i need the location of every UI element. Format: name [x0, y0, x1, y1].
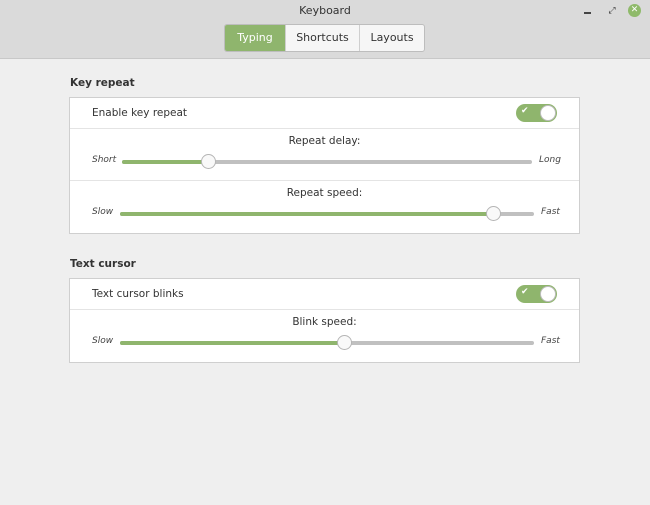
slider-fill	[122, 160, 209, 164]
switch-knob	[540, 105, 556, 121]
slider-thumb[interactable]	[201, 154, 217, 169]
tab-typing[interactable]: Typing	[225, 25, 286, 51]
minimize-button[interactable]	[580, 4, 594, 18]
repeat-delay-row: Repeat delay: Short Long	[70, 129, 579, 181]
repeat-speed-max-label: Fast	[541, 207, 560, 217]
maximize-icon: ⤢	[608, 6, 616, 16]
slider-thumb[interactable]	[485, 206, 501, 221]
blink-speed-caption: Blink speed:	[292, 316, 357, 328]
cursor-blinks-switch[interactable]: ✔	[516, 285, 557, 303]
cursor-blinks-row: Text cursor blinks ✔	[70, 279, 579, 310]
slider-fill	[120, 212, 493, 216]
repeat-delay-slider[interactable]	[122, 154, 532, 169]
repeat-speed-caption: Repeat speed:	[286, 187, 363, 199]
slider-fill	[120, 341, 344, 345]
tab-shortcuts[interactable]: Shortcuts	[286, 25, 360, 51]
repeat-speed-min-label: Slow	[92, 207, 114, 217]
check-icon: ✔	[521, 106, 529, 116]
switch-knob	[540, 286, 556, 302]
blink-speed-min-label: Slow	[92, 336, 114, 346]
tab-layouts[interactable]: Layouts	[360, 25, 424, 51]
repeat-speed-slider[interactable]	[120, 206, 534, 221]
text-cursor-heading: Text cursor	[70, 258, 136, 270]
close-icon: ✕	[630, 5, 639, 15]
title-bar: Keyboard ⤢ ✕ Typing Shortcuts Layouts	[0, 0, 650, 59]
minimize-icon	[583, 11, 591, 14]
repeat-delay-caption: Repeat delay:	[288, 135, 361, 147]
repeat-speed-row: Repeat speed: Slow Fast	[70, 181, 579, 233]
repeat-delay-max-label: Long	[539, 155, 561, 165]
tab-bar: Typing Shortcuts Layouts	[224, 24, 425, 52]
key-repeat-card: Enable key repeat ✔ Repeat delay: Short …	[69, 97, 580, 234]
blink-speed-slider[interactable]	[120, 335, 534, 350]
repeat-delay-min-label: Short	[92, 155, 117, 165]
cursor-blinks-label: Text cursor blinks	[92, 288, 184, 300]
enable-key-repeat-row: Enable key repeat ✔	[70, 98, 579, 129]
slider-thumb[interactable]	[336, 335, 352, 350]
window-title: Keyboard	[299, 4, 351, 17]
enable-key-repeat-switch[interactable]: ✔	[516, 104, 557, 122]
close-button[interactable]: ✕	[628, 4, 641, 17]
blink-speed-max-label: Fast	[541, 336, 560, 346]
maximize-button[interactable]: ⤢	[605, 4, 619, 18]
key-repeat-heading: Key repeat	[70, 77, 135, 89]
blink-speed-row: Blink speed: Slow Fast	[70, 310, 579, 362]
check-icon: ✔	[521, 287, 529, 297]
enable-key-repeat-label: Enable key repeat	[92, 107, 188, 119]
text-cursor-card: Text cursor blinks ✔ Blink speed: Slow F…	[69, 278, 580, 363]
